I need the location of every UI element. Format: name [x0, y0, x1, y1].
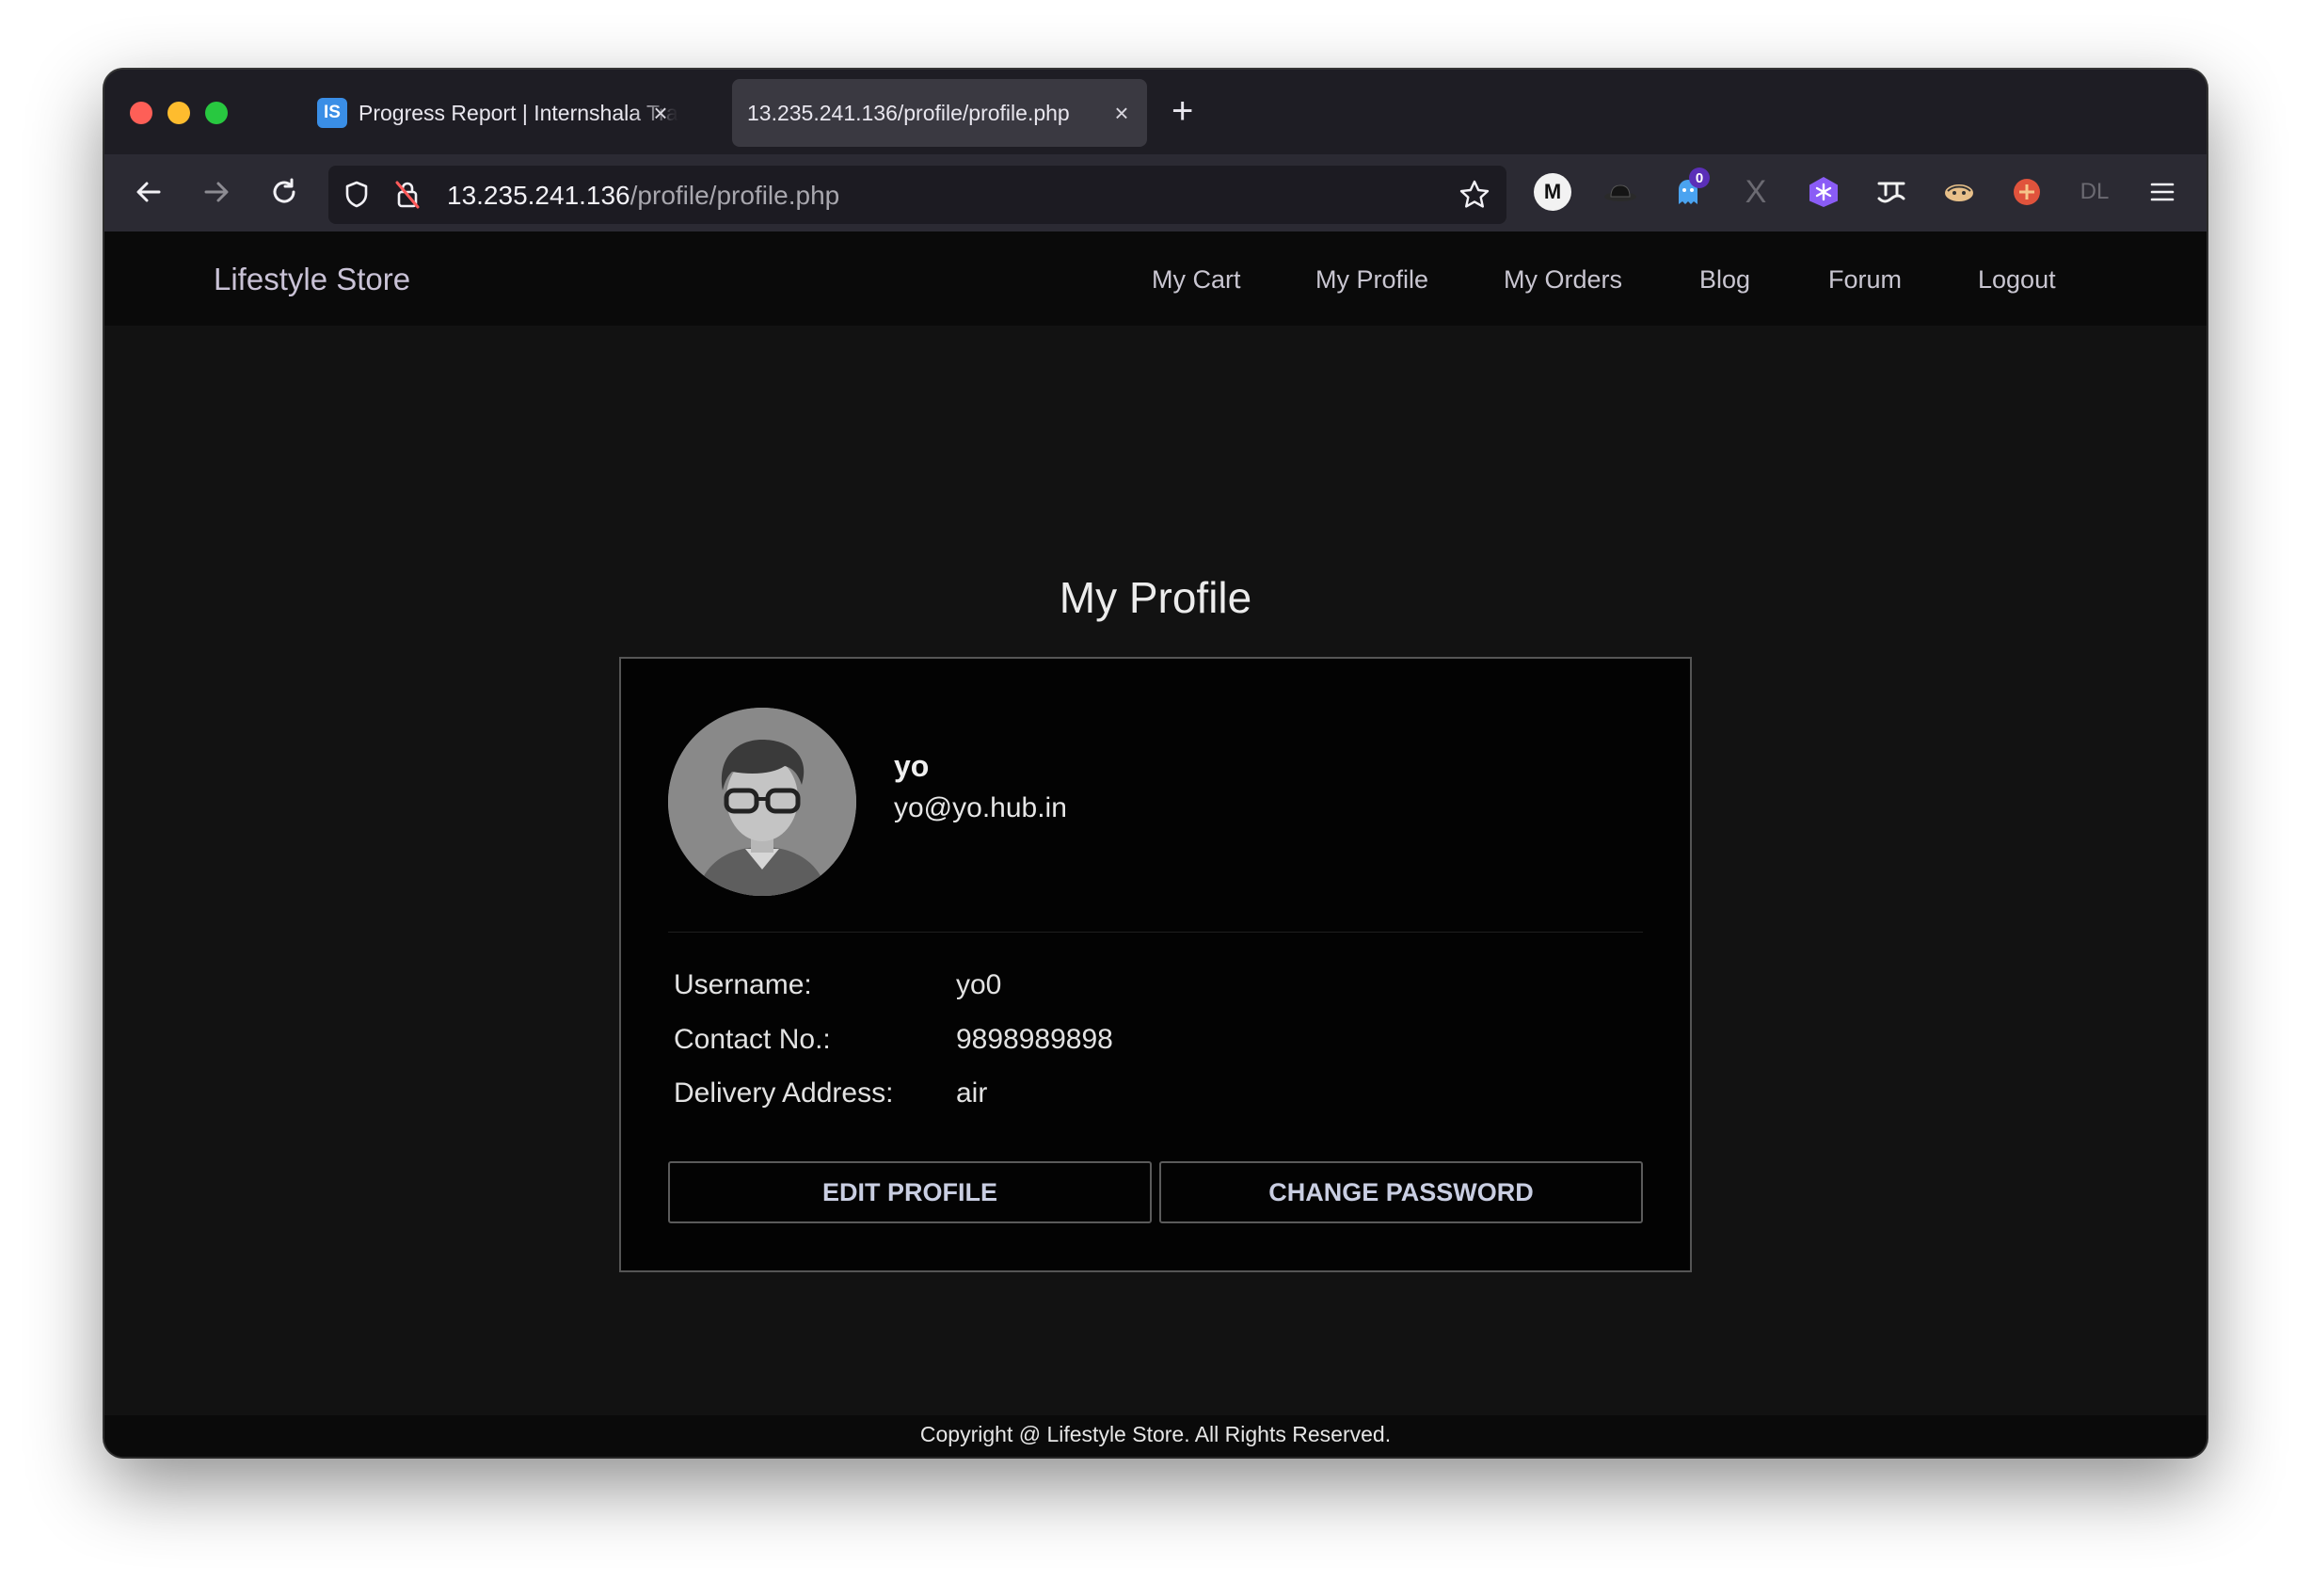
- site-navbar: Lifestyle Store My Cart My Profile My Or…: [104, 231, 2207, 326]
- tab-strip: IS Progress Report | Internshala Trainin…: [104, 70, 2207, 154]
- nav-blog[interactable]: Blog: [1699, 265, 1750, 295]
- ublock-extension-icon[interactable]: [2008, 173, 2046, 211]
- url-bar[interactable]: 13.235.241.136/profile/profile.php: [328, 166, 1506, 224]
- shield-icon[interactable]: [340, 178, 374, 212]
- profile-card: yo yo@yo.hub.in Username: yo0 Contact No…: [619, 657, 1692, 1272]
- profile-email: yo@yo.hub.in: [894, 792, 1067, 823]
- close-window-button[interactable]: [130, 102, 152, 124]
- insecure-lock-icon[interactable]: [390, 178, 424, 212]
- footer: Copyright @ Lifestyle Store. All Rights …: [104, 1415, 2207, 1457]
- bookmark-star-icon[interactable]: [1458, 178, 1491, 212]
- url-host: 13.235.241.136: [447, 181, 630, 210]
- tab-title: 13.235.241.136/profile/profile.php: [747, 100, 1070, 125]
- page-title: My Profile: [1059, 573, 1252, 622]
- internshala-favicon-icon: IS: [317, 98, 347, 128]
- username-label: Username:: [674, 969, 812, 1000]
- cookie-extension-icon[interactable]: [1940, 173, 1978, 211]
- maximize-window-button[interactable]: [205, 102, 228, 124]
- url-path: /profile/profile.php: [630, 181, 840, 210]
- nav-logout[interactable]: Logout: [1978, 265, 2056, 295]
- tab-profile-page[interactable]: 13.235.241.136/profile/profile.php ×: [732, 79, 1147, 147]
- close-tab-icon[interactable]: ×: [646, 99, 675, 128]
- nav-my-orders[interactable]: My Orders: [1504, 265, 1622, 295]
- contact-label: Contact No.:: [674, 1024, 831, 1055]
- x-extension-icon[interactable]: X: [1737, 173, 1775, 211]
- divider: [668, 932, 1643, 933]
- contact-value: 9898989898: [956, 1024, 1113, 1055]
- menu-icon[interactable]: [2144, 173, 2181, 211]
- dl-extension-icon[interactable]: DL: [2076, 173, 2113, 211]
- change-password-button[interactable]: CHANGE PASSWORD: [1159, 1161, 1643, 1223]
- edit-profile-button[interactable]: EDIT PROFILE: [668, 1161, 1152, 1223]
- wappalyzer-extension-icon[interactable]: [1873, 173, 1910, 211]
- new-tab-icon[interactable]: +: [1171, 90, 1193, 132]
- url-text: 13.235.241.136/profile/profile.php: [447, 181, 839, 211]
- back-icon[interactable]: [126, 169, 171, 215]
- m-extension-icon[interactable]: M: [1534, 173, 1571, 211]
- web-page: Lifestyle Store My Cart My Profile My Or…: [104, 231, 2207, 1457]
- snowflake-extension-icon[interactable]: [1805, 173, 1842, 211]
- close-tab-icon[interactable]: ×: [1108, 99, 1136, 128]
- hat-extension-icon[interactable]: [1602, 173, 1639, 211]
- forward-icon[interactable]: [194, 169, 239, 215]
- tab-title: Progress Report | Internshala Trainings: [359, 100, 678, 125]
- avatar: [668, 708, 856, 896]
- extension-badge: 0: [1689, 168, 1710, 188]
- minimize-window-button[interactable]: [167, 102, 190, 124]
- nav-my-profile[interactable]: My Profile: [1315, 265, 1428, 295]
- reload-icon[interactable]: [262, 169, 307, 215]
- address-label: Delivery Address:: [674, 1077, 894, 1109]
- nav-my-cart[interactable]: My Cart: [1152, 265, 1241, 295]
- nav-forum[interactable]: Forum: [1828, 265, 1902, 295]
- nav-toolbar: 13.235.241.136/profile/profile.php M 0 X…: [104, 154, 2207, 231]
- address-value: air: [956, 1077, 988, 1109]
- username-value: yo0: [956, 969, 1002, 1000]
- browser-window: IS Progress Report | Internshala Trainin…: [104, 70, 2207, 1457]
- brand-logo[interactable]: Lifestyle Store: [214, 262, 410, 297]
- profile-name: yo: [894, 749, 930, 783]
